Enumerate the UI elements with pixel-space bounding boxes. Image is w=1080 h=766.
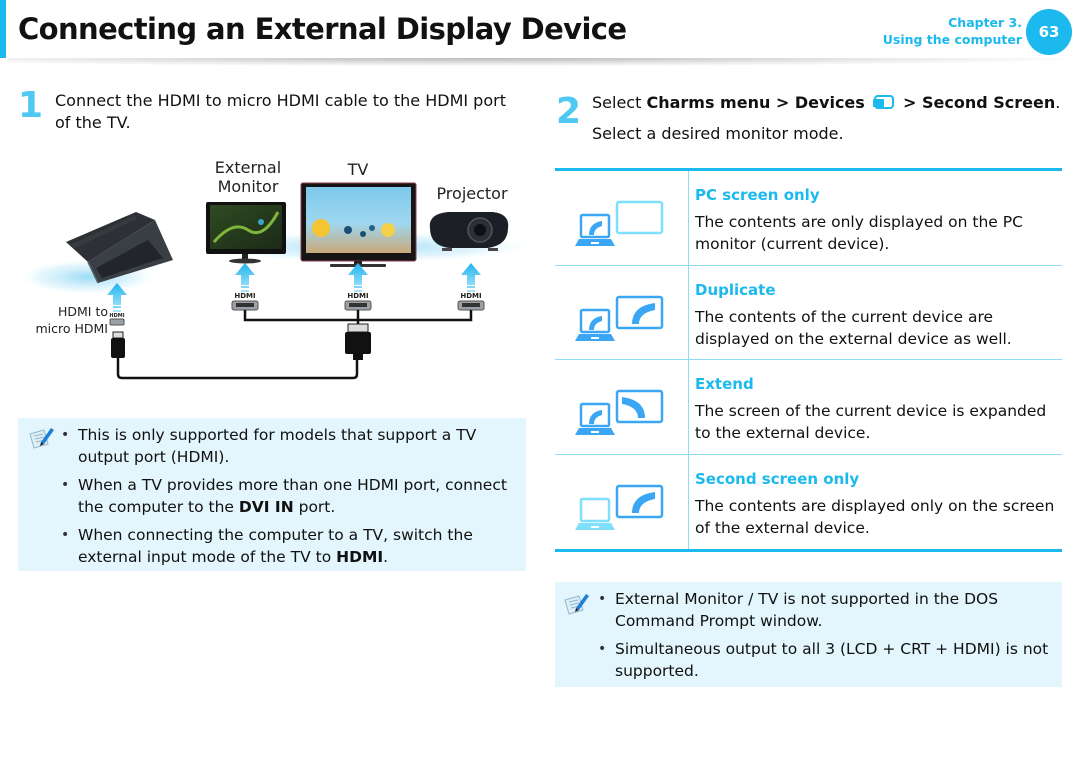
chapter-number: Chapter 3.	[948, 15, 1022, 30]
mode-icon-cell	[555, 265, 689, 359]
label-external-monitor: External Monitor	[212, 158, 284, 196]
projector-hdmi-arrow	[461, 263, 481, 292]
note-item: When connecting the computer to a TV, sw…	[58, 524, 520, 568]
note-pencil-icon	[29, 428, 54, 449]
step-1-text: Connect the HDMI to micro HDMI cable to …	[55, 91, 506, 132]
mode-icon-cell	[555, 454, 689, 549]
note-text: port.	[293, 498, 336, 516]
svg-text:HDMI: HDMI	[347, 292, 368, 300]
mode-row-duplicate[interactable]: Duplicate The contents of the current de…	[555, 265, 1062, 360]
charms-devices-path: Charms menu > Devices	[646, 93, 865, 112]
page-number-badge: 63	[1026, 9, 1072, 55]
step-2-note-box: External Monitor / TV is not supported i…	[555, 582, 1062, 687]
mode-row-pc-screen-only[interactable]: PC screen only The contents are only dis…	[555, 171, 1062, 266]
extend-icon	[575, 389, 664, 435]
hdmi-port-tv: HDMI	[344, 292, 372, 311]
note-text: Simultaneous output to all 3 (LCD + CRT …	[615, 640, 1049, 680]
tv-image	[300, 182, 417, 267]
mode-row-second-screen-only[interactable]: Second screen only The contents are disp…	[555, 454, 1062, 549]
svg-text:HDMI: HDMI	[234, 292, 255, 300]
duplicate-icon	[575, 295, 664, 341]
step-2-subtext: Select a desired monitor mode.	[592, 124, 844, 143]
second-screen-only-icon	[575, 484, 664, 530]
step-2-notes-list: External Monitor / TV is not supported i…	[595, 588, 1055, 688]
chapter-title: Using the computer	[882, 32, 1022, 47]
note-text: .	[383, 548, 389, 566]
note-item: This is only supported for models that s…	[58, 424, 520, 468]
monitor-mode-table: PC screen only The contents are only dis…	[555, 168, 1062, 552]
note-item: External Monitor / TV is not supported i…	[595, 588, 1055, 632]
pc-screen-only-icon	[575, 200, 664, 246]
note-text: External Monitor / TV is not supported i…	[615, 590, 999, 630]
mode-icon-cell	[555, 360, 689, 454]
step-1-number: 1	[18, 85, 44, 126]
micro-hdmi-port-laptop: HDMI	[109, 313, 125, 326]
step-2-instruction: Select Charms menu > Devices > Second Sc…	[592, 92, 1060, 114]
projector-image	[429, 212, 509, 251]
svg-text:HDMI: HDMI	[109, 313, 124, 319]
hdmi-port-projector: HDMI	[457, 292, 485, 311]
micro-hdmi-plug	[111, 331, 125, 358]
instruction-text: .	[1055, 93, 1061, 112]
title-accent-bar	[0, 0, 6, 58]
step-2-number: 2	[556, 91, 582, 132]
devices-icon	[872, 95, 894, 109]
mode-description: The contents are displayed only on the s…	[695, 496, 1055, 537]
mode-title: Second screen only	[695, 469, 860, 488]
second-screen-path: > Second Screen	[902, 93, 1056, 112]
mode-description: The contents of the current device are d…	[695, 307, 1012, 348]
connection-diagram: HDMI HDMI HDMI HDMI External Monitor TV …	[18, 150, 528, 390]
mode-icon-cell	[555, 171, 689, 265]
step-1-note-box: This is only supported for models that s…	[18, 418, 526, 571]
label-line: Monitor	[217, 177, 279, 196]
note-bold-text: DVI IN	[238, 498, 294, 516]
hdmi-plug	[345, 323, 371, 360]
note-text: When connecting the computer to a TV, sw…	[78, 526, 473, 566]
instruction-text: Select	[592, 93, 647, 112]
tv-hdmi-arrow	[348, 263, 368, 292]
mode-row-extend[interactable]: Extend The screen of the current device …	[555, 360, 1062, 455]
note-item: When a TV provides more than one HDMI po…	[58, 474, 520, 518]
step-1-notes-list: This is only supported for models that s…	[58, 424, 520, 574]
note-item: Simultaneous output to all 3 (LCD + CRT …	[595, 638, 1055, 682]
note-text: This is only supported for models that s…	[78, 426, 477, 466]
note-bold-text: HDMI	[336, 548, 384, 566]
label-projector: Projector	[436, 184, 508, 203]
page-title: Connecting an External Display Device	[18, 12, 627, 46]
label-line: micro HDMI	[35, 321, 108, 336]
mode-description: The contents are only displayed on the P…	[695, 213, 1023, 253]
mode-title: Extend	[695, 375, 754, 393]
label-tv: TV	[347, 160, 369, 179]
monitor-hdmi-arrow	[235, 263, 255, 292]
hdmi-port-monitor: HDMI	[231, 292, 259, 311]
mode-description: The screen of the current device is expa…	[695, 402, 1047, 442]
note-pencil-icon	[564, 594, 589, 615]
mode-title: PC screen only	[695, 186, 820, 204]
svg-text:HDMI: HDMI	[460, 292, 481, 300]
label-hdmi-cable: HDMI to micro HDMI	[28, 303, 108, 337]
label-line: HDMI to	[57, 304, 108, 319]
chapter-label: Chapter 3. Using the computer	[883, 14, 1022, 48]
mode-title: Duplicate	[695, 280, 776, 299]
label-line: External	[214, 158, 282, 177]
hdmi-cable	[116, 358, 359, 380]
header-divider	[8, 58, 1068, 66]
